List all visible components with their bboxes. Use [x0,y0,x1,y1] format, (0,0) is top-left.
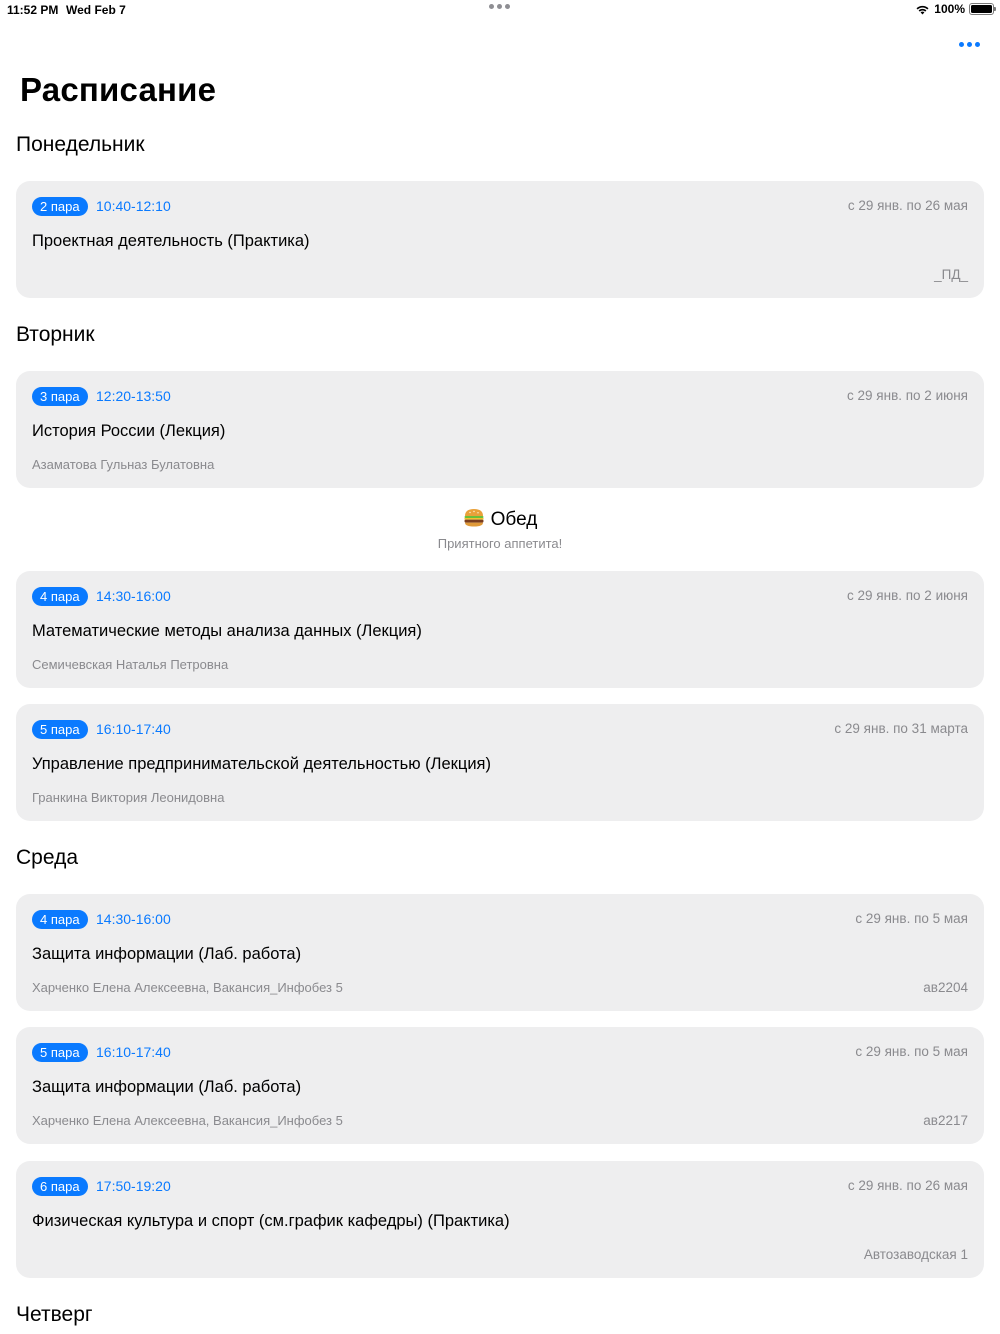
lesson-subject: Управление предпринимательской деятельно… [32,755,491,773]
lesson-time: 14:30-16:00 [96,911,171,927]
lesson-subject: Математические методы анализа данных (Ле… [32,622,422,640]
lesson-subject: Защита информации (Лаб. работа) [32,1078,302,1096]
status-date: Wed Feb 7 [66,3,126,17]
lesson-number-badge: 5 пара [32,1043,88,1062]
lesson-time: 16:10-17:40 [96,1044,171,1060]
lesson-number-badge: 6 пара [32,1177,88,1196]
lesson-time: 17:50-19:20 [96,1178,171,1194]
lesson-card[interactable]: 4 пара 14:30-16:00 с 29 янв. по 5 мая За… [16,894,984,1011]
battery-icon [969,3,996,15]
lesson-card[interactable]: 5 пара 16:10-17:40 с 29 янв. по 5 мая За… [16,1027,984,1144]
lesson-date-range: с 29 янв. по 2 июня [847,388,968,403]
battery-percent: 100% [934,2,965,16]
schedule-page: 11:52 PM Wed Feb 7 100% Расписание Понед… [0,0,1000,1334]
lesson-number-badge: 3 пара [32,387,88,406]
lesson-time: 16:10-17:40 [96,721,171,737]
multitasking-dots-icon[interactable] [489,4,510,9]
more-options-button[interactable] [952,34,986,54]
wifi-icon [915,4,930,15]
page-title: Расписание [20,71,217,108]
lesson-time: 12:20-13:50 [96,388,171,404]
lesson-teacher: Гранкина Виктория Леонидовна [32,790,225,805]
ellipsis-icon [958,41,964,47]
lesson-card[interactable]: 5 пара 16:10-17:40 с 29 янв. по 31 марта… [16,704,984,821]
lesson-time: 14:30-16:00 [96,588,171,604]
lesson-card[interactable]: 6 пара 17:50-19:20 с 29 янв. по 26 мая Ф… [16,1161,984,1278]
lesson-teacher: Семичевская Наталья Петровна [32,657,229,672]
lesson-date-range: с 29 янв. по 26 мая [847,1178,968,1193]
lunch-subtitle: Приятного аппетита! [437,536,563,551]
lesson-date-range: с 29 янв. по 5 мая [855,1044,968,1059]
lesson-date-range: с 29 янв. по 31 марта [834,721,968,736]
lesson-number-badge: 2 пара [32,197,88,216]
status-bar: 11:52 PM Wed Feb 7 100% [0,0,1000,22]
lesson-card[interactable]: 2 пара 10:40-12:10 с 29 янв. по 26 мая П… [16,181,984,298]
lesson-subject: Защита информации (Лаб. работа) [32,945,302,963]
lesson-date-range: с 29 янв. по 5 мая [855,911,968,926]
lesson-subject: История России (Лекция) [32,422,226,440]
lesson-time: 10:40-12:10 [96,198,171,214]
lesson-room: ав2217 [923,1113,968,1128]
lesson-number-badge: 4 пара [32,910,88,929]
lunch-title: Обед [0,508,1000,534]
lesson-teacher: Харченко Елена Алексеевна, Вакансия_Инфо… [32,1113,343,1128]
status-right: 100% [915,2,996,16]
lesson-number-badge: 5 пара [32,720,88,739]
lesson-subject: Физическая культура и спорт (см.график к… [32,1212,510,1230]
day-header-thursday: Четверг [16,1303,93,1326]
lesson-room: _ПД_ [934,267,968,282]
lesson-subject: Проектная деятельность (Практика) [32,232,310,250]
lesson-teacher: Азаматова Гульназ Булатовна [32,457,215,472]
lesson-date-range: с 29 янв. по 2 июня [847,588,968,603]
lesson-card[interactable]: 3 пара 12:20-13:50 с 29 янв. по 2 июня И… [16,371,984,488]
lesson-number-badge: 4 пара [32,587,88,606]
status-time: 11:52 PM [7,3,59,17]
lesson-teacher: Харченко Елена Алексеевна, Вакансия_Инфо… [32,980,343,995]
day-header-wednesday: Среда [16,846,78,869]
day-header-tuesday: Вторник [16,323,95,346]
lesson-room: Автозаводская 1 [863,1247,968,1262]
lunch-label: Обед [490,509,538,530]
day-header-monday: Понедельник [16,133,145,156]
lesson-card[interactable]: 4 пара 14:30-16:00 с 29 янв. по 2 июня М… [16,571,984,688]
burger-icon [463,508,485,534]
lesson-room: ав2204 [923,980,968,995]
lesson-date-range: с 29 янв. по 26 мая [847,198,968,213]
